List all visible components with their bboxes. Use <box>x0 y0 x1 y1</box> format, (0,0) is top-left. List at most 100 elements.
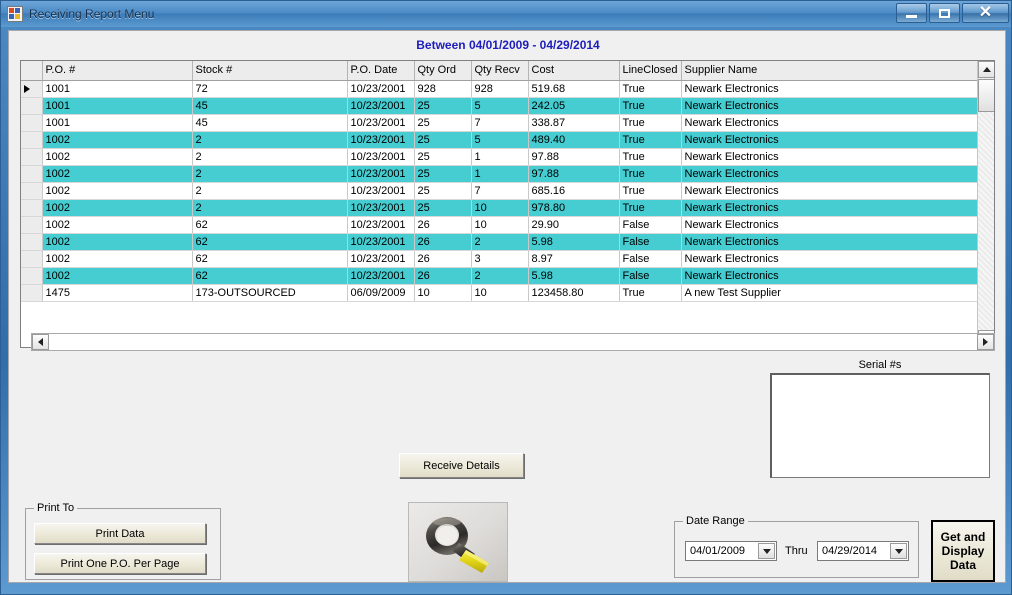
date-from-dropdown-icon[interactable] <box>758 543 775 559</box>
date-range-heading: Between 04/01/2009 - 04/29/2014 <box>416 38 600 52</box>
cell-ord: 25 <box>414 182 472 200</box>
cell-recv: 5 <box>471 131 529 149</box>
cell-date: 10/23/2001 <box>347 165 415 183</box>
row-selector[interactable] <box>21 199 43 217</box>
close-button[interactable]: ✕ <box>962 3 1009 23</box>
grid-column-header-sel[interactable] <box>21 61 43 81</box>
cell-ord: 26 <box>414 233 472 251</box>
table-row[interactable]: 1002 2 10/23/2001 25 7 685.16 True Newark Elect… <box>21 182 978 200</box>
cell-closed: True <box>619 97 682 115</box>
scroll-up-button[interactable] <box>978 61 994 78</box>
cell-closed: False <box>619 267 682 285</box>
cell-recv: 2 <box>471 233 529 251</box>
table-row[interactable]: 1001 45 10/23/2001 25 7 338.87 True Newark Elec… <box>21 114 978 132</box>
row-selector[interactable] <box>21 148 43 166</box>
cell-recv: 10 <box>471 284 529 302</box>
minimize-button[interactable] <box>896 3 927 23</box>
table-row[interactable]: 1002 2 10/23/2001 25 1 97.88 True Newark Electr… <box>21 148 978 166</box>
cell-supp: Newark Electronics <box>681 80 978 98</box>
cell-date: 10/23/2001 <box>347 250 415 268</box>
cell-stock: 62 <box>192 233 348 251</box>
table-row[interactable]: 1001 72 10/23/2001 928 928 519.68 True Newark E… <box>21 80 978 98</box>
cell-date: 10/23/2001 <box>347 114 415 132</box>
table-row[interactable]: 1002 62 10/23/2001 26 2 5.98 False Newark Elect… <box>21 267 978 285</box>
date-to-combobox[interactable]: 04/29/2014 <box>817 541 909 561</box>
cell-closed: True <box>619 114 682 132</box>
get-btn-line-3: Data <box>949 558 976 572</box>
cell-supp: Newark Electronics <box>681 148 978 166</box>
cell-stock: 62 <box>192 216 348 234</box>
table-row[interactable]: 1002 2 10/23/2001 25 5 489.40 True Newark Elect… <box>21 131 978 149</box>
cell-closed: False <box>619 216 682 234</box>
cell-supp: Newark Electronics <box>681 250 978 268</box>
print-to-group: Print To Print Data Print One P.O. Per P… <box>25 502 221 580</box>
get-and-display-data-button[interactable]: Get and Display Data <box>931 520 995 582</box>
cell-recv: 1 <box>471 148 529 166</box>
cell-po: 1002 <box>42 182 193 200</box>
row-selector[interactable] <box>21 233 43 251</box>
close-icon: ✕ <box>978 4 993 21</box>
grid-column-header-date[interactable]: P.O. Date <box>347 61 415 81</box>
grid-column-header-cost[interactable]: Cost <box>528 61 620 81</box>
cell-recv: 2 <box>471 267 529 285</box>
scroll-left-button[interactable] <box>32 334 49 350</box>
cell-closed: True <box>619 182 682 200</box>
hscroll-track[interactable] <box>49 334 977 350</box>
grid-column-header-ord[interactable]: Qty Ord <box>414 61 472 81</box>
row-selector[interactable] <box>21 114 43 132</box>
cell-closed: True <box>619 165 682 183</box>
cell-cost: 97.88 <box>528 165 620 183</box>
grid-column-header-stock[interactable]: Stock # <box>192 61 348 81</box>
row-selector[interactable] <box>21 97 43 115</box>
row-selector[interactable] <box>21 131 43 149</box>
maximize-button[interactable] <box>929 3 960 23</box>
grid-column-header-supp[interactable]: Supplier Name <box>681 61 978 81</box>
cell-supp: Newark Electronics <box>681 97 978 115</box>
grid-column-header-closed[interactable]: LineClosed <box>619 61 682 81</box>
get-btn-line-1: Get and <box>940 530 986 544</box>
row-selector[interactable] <box>21 216 43 234</box>
row-selector[interactable] <box>21 267 43 285</box>
serial-numbers-textbox[interactable] <box>770 373 990 478</box>
vscroll-thumb[interactable] <box>978 79 994 112</box>
table-row[interactable]: 1002 62 10/23/2001 26 10 29.90 False Newark Ele… <box>21 216 978 234</box>
row-selector[interactable] <box>21 182 43 200</box>
vscroll-track[interactable] <box>978 78 994 330</box>
receive-details-button[interactable]: Receive Details <box>399 453 524 478</box>
cell-ord: 25 <box>414 148 472 166</box>
cell-supp: Newark Electronics <box>681 199 978 217</box>
date-from-combobox[interactable]: 04/01/2009 <box>685 541 777 561</box>
grid-vertical-scrollbar[interactable] <box>977 61 994 347</box>
cell-stock: 173-OUTSOURCED <box>192 284 348 302</box>
receiving-data-grid[interactable]: P.O. # Stock # P.O. Date Qty Ord Qty Recv Cos… <box>20 60 995 348</box>
cell-supp: Newark Electronics <box>681 182 978 200</box>
serial-numbers-label: Serial #s <box>858 359 902 371</box>
current-row-arrow-icon <box>24 84 30 93</box>
cell-ord: 26 <box>414 267 472 285</box>
table-row[interactable]: 1002 2 10/23/2001 25 1 97.88 True Newark Electr… <box>21 165 978 183</box>
cell-supp: A new Test Supplier <box>681 284 978 302</box>
table-row[interactable]: 1475 173-OUTSOURCED 06/09/2009 10 10 123458.8… <box>21 284 978 302</box>
row-selector[interactable] <box>21 80 43 98</box>
cell-po: 1002 <box>42 199 193 217</box>
cell-po: 1002 <box>42 165 193 183</box>
date-to-dropdown-icon[interactable] <box>890 543 907 559</box>
print-one-po-per-page-button[interactable]: Print One P.O. Per Page <box>34 553 206 574</box>
print-data-button[interactable]: Print Data <box>34 523 206 544</box>
cell-supp: Newark Electronics <box>681 165 978 183</box>
grid-horizontal-scrollbar[interactable] <box>31 333 995 351</box>
row-selector[interactable] <box>21 165 43 183</box>
title-bar: Receiving Report Menu ✕ <box>1 1 1011 27</box>
row-selector[interactable] <box>21 284 43 302</box>
scroll-right-button[interactable] <box>977 334 994 350</box>
date-range-group: Date Range 04/01/2009 Thru 04/29/2014 <box>674 515 919 578</box>
app-icon <box>7 6 23 22</box>
table-row[interactable]: 1002 2 10/23/2001 25 10 978.80 True Newark Elec… <box>21 199 978 217</box>
row-selector[interactable] <box>21 250 43 268</box>
grid-column-header-po[interactable]: P.O. # <box>42 61 193 81</box>
cell-supp: Newark Electronics <box>681 233 978 251</box>
table-row[interactable]: 1001 45 10/23/2001 25 5 242.05 True Newark Elec… <box>21 97 978 115</box>
table-row[interactable]: 1002 62 10/23/2001 26 3 8.97 False Newark Elect… <box>21 250 978 268</box>
grid-column-header-recv[interactable]: Qty Recv <box>471 61 529 81</box>
table-row[interactable]: 1002 62 10/23/2001 26 2 5.98 False Newark Elect… <box>21 233 978 251</box>
